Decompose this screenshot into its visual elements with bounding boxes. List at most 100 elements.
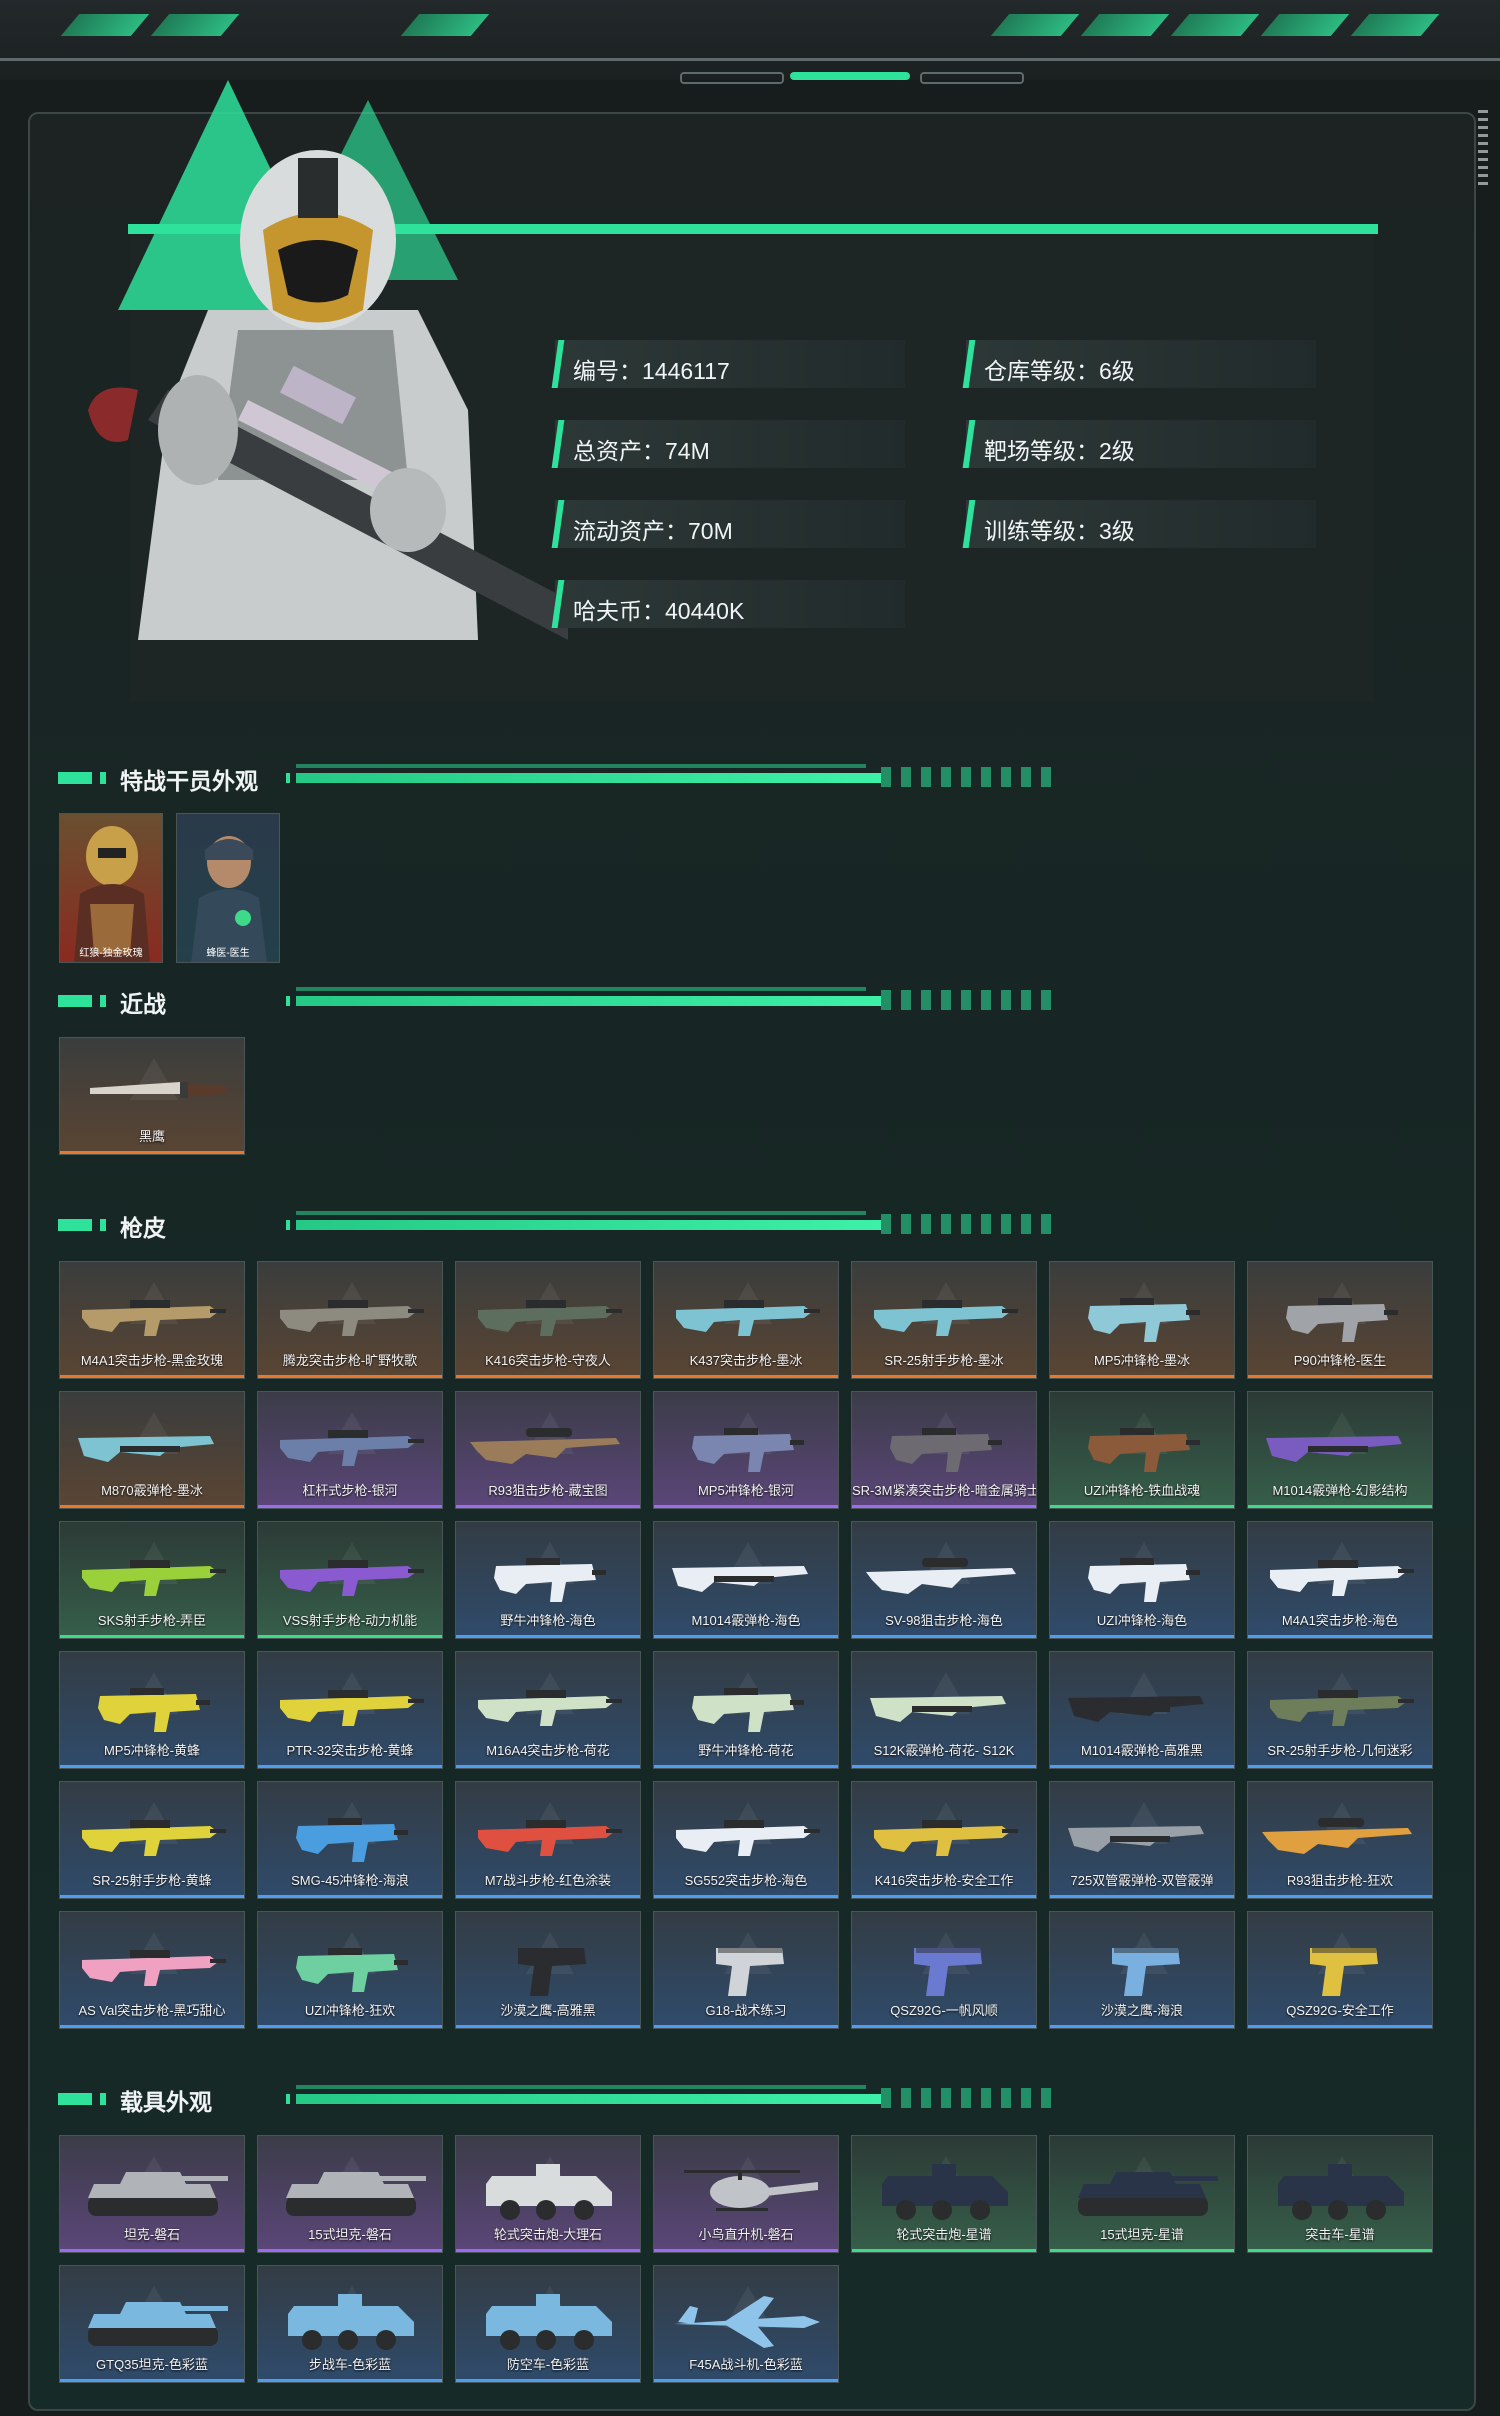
- vehicle-skin-card[interactable]: F45A战斗机-色彩蓝: [653, 2265, 839, 2383]
- gun-skin-card[interactable]: MP5冲锋枪-银河: [653, 1391, 839, 1509]
- gun-skin-card[interactable]: M1014霰弹枪-海色: [653, 1521, 839, 1639]
- gun-skin-name: AS Val突击步枪-黑巧甜心: [78, 2003, 226, 2018]
- gun-skin-card[interactable]: 沙漠之鹰-高雅黑: [455, 1911, 641, 2029]
- gun-skin-card[interactable]: 野牛冲锋枪-海色: [455, 1521, 641, 1639]
- operator-skin-card[interactable]: 红狼-独金玫瑰: [59, 813, 163, 963]
- gun-skin-card[interactable]: S12K霰弹枪-荷花- S12K: [851, 1651, 1037, 1769]
- top-header-bar: [0, 0, 1500, 84]
- rarity-bar: [1248, 1635, 1432, 1638]
- header-stripe: [1080, 14, 1170, 36]
- gun-skin-card[interactable]: VSS射手步枪-动力机能: [257, 1521, 443, 1639]
- gun-skin-card[interactable]: MP5冲锋枪-黄蜂: [59, 1651, 245, 1769]
- gun-skin-card[interactable]: QSZ92G-安全工作: [1247, 1911, 1433, 2029]
- gun-skin-card[interactable]: UZI冲锋枪-海色: [1049, 1521, 1235, 1639]
- vehicle-skin-name: 15式坦克-磐石: [308, 2227, 392, 2242]
- rarity-bar: [258, 1895, 442, 1898]
- gun-skin-card[interactable]: SMG-45冲锋枪-海浪: [257, 1781, 443, 1899]
- gun-skin-card[interactable]: PTR-32突击步枪-黄蜂: [257, 1651, 443, 1769]
- header-stripe: [60, 14, 150, 36]
- header-stripe: [1170, 14, 1260, 36]
- vehicle-skin-name: 15式坦克-星谱: [1100, 2227, 1184, 2242]
- gun-skin-card[interactable]: SR-25射手步枪-墨冰: [851, 1261, 1037, 1379]
- section-title: 载具外观: [120, 2089, 212, 2115]
- header-stripe: [1260, 14, 1350, 36]
- gun-skin-card[interactable]: K416突击步枪-守夜人: [455, 1261, 641, 1379]
- rarity-bar: [258, 2025, 442, 2028]
- vehicle-skin-card[interactable]: 小鸟直升机-磐石: [653, 2135, 839, 2253]
- rarity-bar: [852, 1635, 1036, 1638]
- rarity-bar: [654, 1635, 838, 1638]
- gun-skin-card[interactable]: M870霰弹枪-墨冰: [59, 1391, 245, 1509]
- gun-skin-card[interactable]: R93狙击步枪-狂欢: [1247, 1781, 1433, 1899]
- vehicle-skin-name: 轮式突击炮-星谱: [896, 2227, 992, 2242]
- gun-skin-name: MP5冲锋枪-银河: [697, 1483, 795, 1498]
- vehicle-skin-card[interactable]: 15式坦克-磐石: [257, 2135, 443, 2253]
- rarity-bar: [852, 2249, 1036, 2252]
- gun-skin-card[interactable]: SR-25射手步枪-黄蜂: [59, 1781, 245, 1899]
- vehicle-skin-card[interactable]: 轮式突击炮-星谱: [851, 2135, 1037, 2253]
- gun-skin-card[interactable]: M16A4突击步枪-荷花: [455, 1651, 641, 1769]
- gun-skin-card[interactable]: SR-25射手步枪-几何迷彩: [1247, 1651, 1433, 1769]
- scrollbar[interactable]: [1478, 110, 1488, 185]
- vehicle-skin-card[interactable]: 坦克-磐石: [59, 2135, 245, 2253]
- gun-skin-card[interactable]: SG552突击步枪-海色: [653, 1781, 839, 1899]
- gun-skin-card[interactable]: SR-3M紧凑突击步枪-暗金属骑士: [851, 1391, 1037, 1509]
- vehicle-skin-card[interactable]: 突击车-星谱: [1247, 2135, 1433, 2253]
- gun-skin-card[interactable]: 腾龙突击步枪-旷野牧歌: [257, 1261, 443, 1379]
- gun-skin-card[interactable]: G18-战术练习: [653, 1911, 839, 2029]
- rarity-bar: [852, 1375, 1036, 1378]
- gun-skin-card[interactable]: 杠杆式步枪-银河: [257, 1391, 443, 1509]
- gun-skin-name: SG552突击步枪-海色: [684, 1873, 808, 1888]
- gun-skin-card[interactable]: R93狙击步枪-藏宝图: [455, 1391, 641, 1509]
- rarity-bar: [258, 1505, 442, 1508]
- gun-skin-card[interactable]: UZI冲锋枪-铁血战魂: [1049, 1391, 1235, 1509]
- vehicle-skin-card[interactable]: 步战车-色彩蓝: [257, 2265, 443, 2383]
- gun-skin-card[interactable]: M1014霰弹枪-幻影结构: [1247, 1391, 1433, 1509]
- rarity-bar: [60, 1505, 244, 1508]
- section-header-operators: 特战干员外观: [58, 762, 1068, 794]
- header-pill-left: [680, 72, 784, 84]
- rarity-bar: [456, 2025, 640, 2028]
- gun-skin-card[interactable]: 725双管霰弹枪-双管霰弹: [1049, 1781, 1235, 1899]
- operator-skin-card[interactable]: 蜂医-医生: [176, 813, 280, 963]
- gun-skin-card[interactable]: SV-98狙击步枪-海色: [851, 1521, 1037, 1639]
- gun-skin-card[interactable]: M7战斗步枪-红色涂装: [455, 1781, 641, 1899]
- header-pill-active: [790, 72, 910, 80]
- gun-skin-card[interactable]: M4A1突击步枪-海色: [1247, 1521, 1433, 1639]
- operator-redwolf-icon: [74, 826, 150, 962]
- rarity-bar: [1050, 2249, 1234, 2252]
- gun-skin-card[interactable]: SKS射手步枪-弄臣: [59, 1521, 245, 1639]
- gun-skin-card[interactable]: P90冲锋枪-医生: [1247, 1261, 1433, 1379]
- gun-skin-name: G18-战术练习: [705, 2003, 787, 2018]
- vehicle-skin-name: 突击车-星谱: [1305, 2227, 1375, 2242]
- gun-skin-card[interactable]: UZI冲锋枪-狂欢: [257, 1911, 443, 2029]
- vehicle-skin-card[interactable]: 15式坦克-星谱: [1049, 2135, 1235, 2253]
- header-stripe: [990, 14, 1080, 36]
- rarity-bar: [60, 2249, 244, 2252]
- header-stripe: [150, 14, 240, 36]
- gun-skin-name: SKS射手步枪-弄臣: [97, 1613, 207, 1628]
- gun-skin-card[interactable]: K437突击步枪-墨冰: [653, 1261, 839, 1379]
- gun-skin-card[interactable]: AS Val突击步枪-黑巧甜心: [59, 1911, 245, 2029]
- operator-skin-name: 蜂医-医生: [206, 948, 250, 959]
- rarity-bar: [456, 2379, 640, 2382]
- vehicle-skin-card[interactable]: 轮式突击炮-大理石: [455, 2135, 641, 2253]
- rarity-bar: [258, 1765, 442, 1768]
- gun-skin-card[interactable]: M1014霰弹枪-高雅黑: [1049, 1651, 1235, 1769]
- gun-skin-card[interactable]: 沙漠之鹰-海浪: [1049, 1911, 1235, 2029]
- gun-skin-card[interactable]: 野牛冲锋枪-荷花: [653, 1651, 839, 1769]
- melee-skin-card[interactable]: 黑鹰: [59, 1037, 245, 1155]
- gun-skin-name: K416突击步枪-守夜人: [485, 1353, 611, 1368]
- rarity-bar: [1248, 1765, 1432, 1768]
- gun-skin-card[interactable]: MP5冲锋枪-墨冰: [1049, 1261, 1235, 1379]
- rarity-bar: [258, 1375, 442, 1378]
- gun-skin-name: SR-25射手步枪-黄蜂: [92, 1873, 212, 1888]
- vehicle-skin-card[interactable]: 防空车-色彩蓝: [455, 2265, 641, 2383]
- info-range-level-text: 靶场等级：2级: [984, 438, 1135, 464]
- gun-skin-name: M4A1突击步枪-黑金玫瑰: [80, 1353, 224, 1368]
- gun-skin-card[interactable]: M4A1突击步枪-黑金玫瑰: [59, 1261, 245, 1379]
- header-stripe: [400, 14, 490, 36]
- vehicle-skin-card[interactable]: GTQ35坦克-色彩蓝: [59, 2265, 245, 2383]
- gun-skin-card[interactable]: K416突击步枪-安全工作: [851, 1781, 1037, 1899]
- gun-skin-card[interactable]: QSZ92G-一帆风顺: [851, 1911, 1037, 2029]
